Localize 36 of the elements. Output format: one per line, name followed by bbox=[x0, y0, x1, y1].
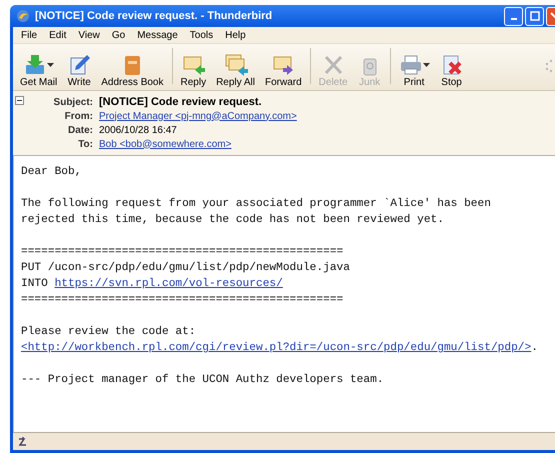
body-line: The following request from your associated programmer `Alice' has been bbox=[21, 196, 492, 212]
header-link[interactable]: Bob <bob@somewhere.com> bbox=[99, 138, 555, 150]
link[interactable]: https://svn.rpl.com/vol-resources/ bbox=[54, 278, 283, 290]
header-label: To: bbox=[77, 138, 94, 150]
menu-item[interactable]: View bbox=[72, 30, 106, 40]
header-value: 2006/10/28 16:47 bbox=[99, 124, 178, 136]
header-label: Subject: bbox=[52, 96, 94, 108]
menu-item[interactable]: Message bbox=[131, 30, 184, 40]
window-title: [NOTICE] Code review request. - Thunderbird bbox=[35, 10, 274, 22]
menu-item[interactable]: Help bbox=[219, 30, 252, 40]
body-line: rejected this time, because the code has not been reviewed yet. bbox=[21, 212, 445, 228]
link[interactable]: <http://workbench.rpl.com/cgi/review.pl?dir=/ucon-src/pdp/edu/gmu/list/pdp/> bbox=[21, 342, 532, 354]
body-line: ================================================ bbox=[21, 245, 344, 260]
toolbar-button[interactable]: Reply All bbox=[211, 53, 260, 88]
body-line: --- Project manager of the UCON Authz developers team. bbox=[21, 372, 385, 388]
menu-item[interactable]: Go bbox=[106, 30, 132, 40]
header-link[interactable]: Project Manager <pj-mng@aCompany.com> bbox=[99, 110, 555, 122]
body-line: <http://workbench.rpl.com/cgi/review.pl?dir=/ucon-src/pdp/edu/gmu/list/pdp/>. bbox=[21, 340, 539, 356]
toolbar-button[interactable]: Address Book bbox=[96, 53, 168, 88]
body-line: Please review the code at: bbox=[21, 324, 197, 340]
toolbar-button[interactable]: Print bbox=[394, 53, 435, 88]
subject-text: [NOTICE] Code review request. bbox=[99, 96, 263, 108]
toolbar-button[interactable]: Write bbox=[62, 53, 96, 88]
header-label: Date: bbox=[66, 124, 94, 136]
toolbar-button[interactable]: Get Mail bbox=[15, 53, 62, 88]
header-label: From: bbox=[64, 110, 94, 122]
body-line: PUT /ucon-src/pdp/edu/gmu/list/pdp/newModule.java bbox=[21, 260, 351, 276]
body-line: ================================================ bbox=[21, 293, 344, 308]
menu-item[interactable]: File bbox=[15, 30, 44, 40]
toolbar-button[interactable]: Reply bbox=[176, 53, 212, 88]
body-line: Dear Bob, bbox=[21, 164, 82, 180]
menu-item[interactable]: Tools bbox=[184, 30, 220, 40]
toolbar-button[interactable]: Stop bbox=[434, 53, 469, 88]
menu-item[interactable]: Edit bbox=[43, 30, 72, 40]
toolbar-button[interactable]: Forward bbox=[260, 53, 307, 88]
body-line: INTO https://svn.rpl.com/vol-resources/ bbox=[21, 276, 284, 292]
